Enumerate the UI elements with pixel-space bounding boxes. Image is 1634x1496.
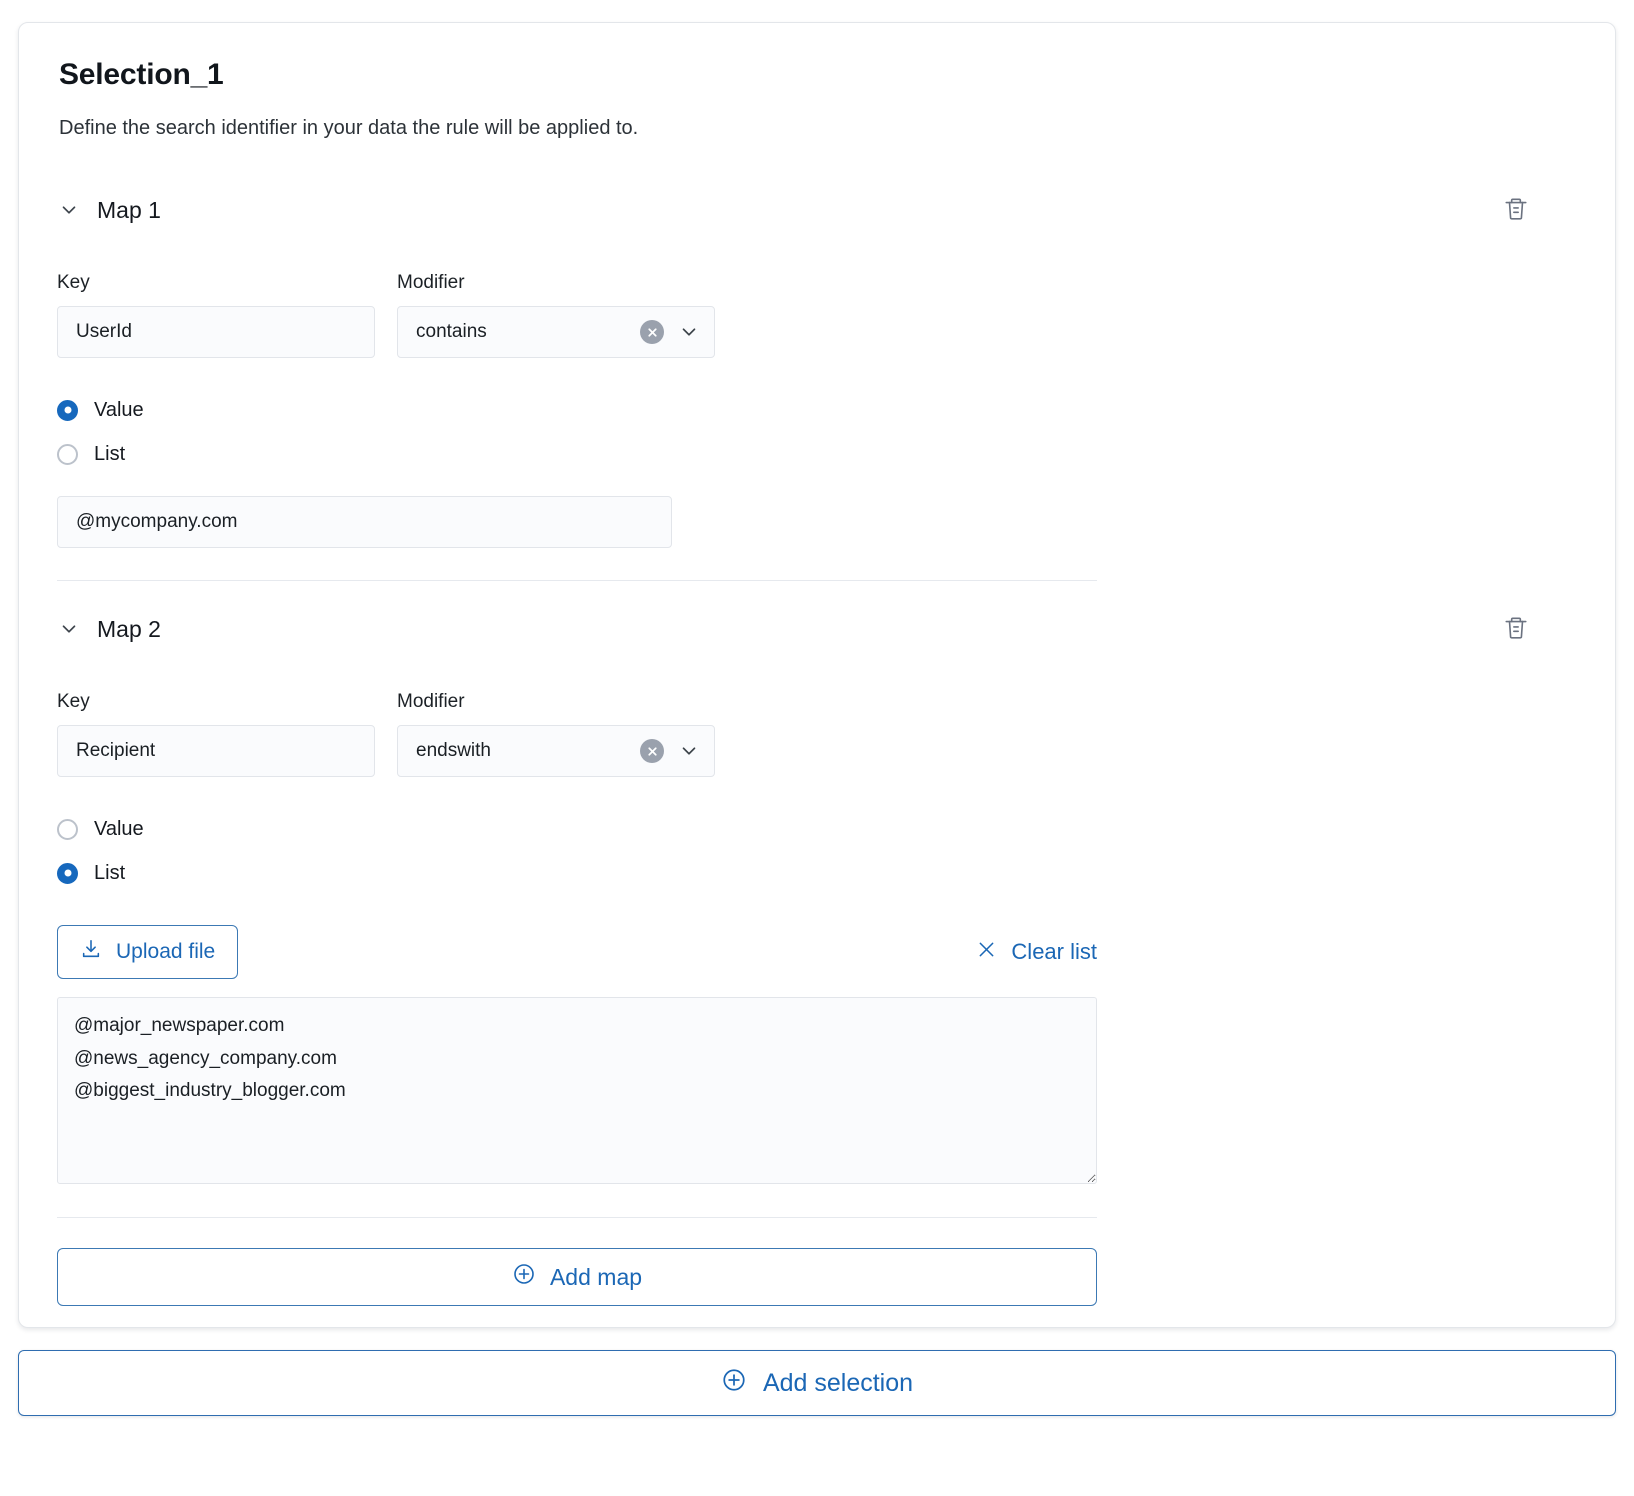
map-2-radio-list-label: List (94, 861, 126, 884)
add-selection-button[interactable]: Add selection (18, 1350, 1616, 1416)
page-title: Selection_1 (59, 58, 224, 91)
add-map-button[interactable]: Add map (57, 1248, 1097, 1306)
map-header-2: Map 2 (57, 607, 1577, 651)
key-label: Key (57, 691, 90, 712)
upload-file-label: Upload file (116, 940, 216, 963)
plus-circle-icon (721, 1367, 747, 1400)
map-2-list-controls: Upload file Clear list (57, 925, 1097, 979)
trash-icon (1503, 615, 1529, 644)
map-2-fields: Key Modifier endswith (57, 691, 1577, 777)
key-label: Key (57, 272, 90, 293)
map-2-radio-value-label: Value (94, 817, 144, 840)
delete-map-2-button[interactable] (1497, 610, 1535, 648)
page-root: Selection_1 Define the search identifier… (0, 0, 1634, 1496)
map-2-key-group: Key (57, 691, 375, 777)
clear-list-label: Clear list (1011, 939, 1097, 964)
map-1-modifier-group: Modifier contains (397, 272, 715, 358)
upload-icon (80, 938, 102, 966)
map-2-modifier-group: Modifier endswith (397, 691, 715, 777)
map-2-key-input[interactable] (57, 725, 375, 777)
map-2-modifier-select[interactable]: endswith (397, 725, 715, 777)
modifier-label: Modifier (397, 691, 465, 712)
radio-selected-icon (57, 862, 78, 884)
map-1-divider (57, 580, 1097, 581)
map-1-radio-list-label: List (94, 442, 126, 465)
map-1-toggle[interactable]: Map 1 (57, 197, 161, 224)
map-2-label: Map 2 (97, 615, 161, 642)
modifier-label: Modifier (397, 272, 465, 293)
map-1-value-wrap (57, 496, 672, 548)
chevron-down-icon (678, 740, 700, 762)
map-2-divider (57, 1217, 1097, 1218)
clear-modifier-icon[interactable] (640, 739, 664, 763)
map-1-key-input[interactable] (57, 306, 375, 358)
map-2-modifier-value: endswith (416, 740, 491, 761)
map-1-key-group: Key (57, 272, 375, 358)
radio-selected-icon (57, 399, 78, 421)
upload-file-button[interactable]: Upload file (57, 925, 239, 979)
map-2-toggle[interactable]: Map 2 (57, 616, 161, 643)
page-subtitle: Define the search identifier in your dat… (59, 117, 639, 139)
map-2-mode-radios: Value List (57, 807, 1577, 895)
map-block-1: Map 1 Key Modifier contains (57, 188, 1577, 581)
map-1-radio-value[interactable]: Value (57, 388, 1577, 432)
add-map-label: Add map (549, 1263, 643, 1290)
close-icon (976, 939, 997, 966)
radio-unselected-icon (57, 443, 78, 465)
map-1-label: Map 1 (97, 196, 161, 223)
clear-modifier-icon[interactable] (640, 320, 664, 344)
map-2-list-textarea[interactable]: @major_newspaper.com @news_agency_compan… (57, 997, 1097, 1184)
selection-card: Selection_1 Define the search identifier… (18, 22, 1616, 1328)
clear-list-button[interactable]: Clear list (976, 939, 1097, 966)
map-header-1: Map 1 (57, 188, 1577, 232)
chevron-down-icon (57, 198, 81, 222)
map-1-radio-value-label: Value (94, 398, 144, 421)
chevron-down-icon (57, 617, 81, 641)
trash-icon (1503, 196, 1529, 225)
add-selection-label: Add selection (762, 1368, 914, 1397)
map-1-value-input[interactable] (57, 496, 672, 548)
map-2-radio-value[interactable]: Value (57, 807, 1577, 851)
radio-unselected-icon (57, 818, 78, 840)
map-block-2: Map 2 Key Modifier endswith (57, 607, 1577, 1218)
map-1-fields: Key Modifier contains (57, 272, 1577, 358)
map-2-radio-list[interactable]: List (57, 851, 1577, 895)
chevron-down-icon (678, 321, 700, 343)
delete-map-1-button[interactable] (1497, 191, 1535, 229)
plus-circle-icon (512, 1262, 536, 1292)
map-1-modifier-value: contains (416, 321, 487, 342)
map-1-radio-list[interactable]: List (57, 432, 1577, 476)
map-1-modifier-select[interactable]: contains (397, 306, 715, 358)
map-1-mode-radios: Value List (57, 388, 1577, 476)
